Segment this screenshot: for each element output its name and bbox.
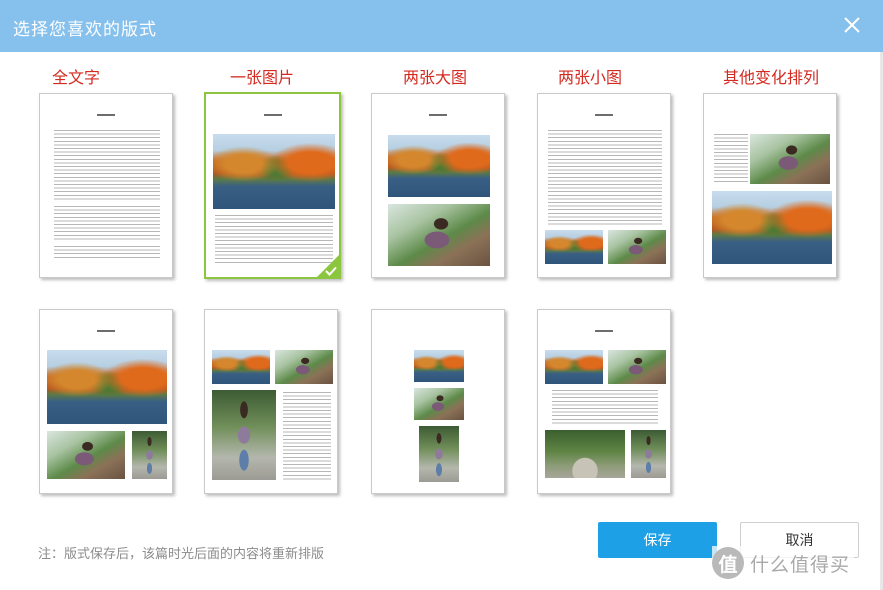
layout-card-stacked[interactable] xyxy=(371,309,505,494)
photo-girl xyxy=(608,230,666,264)
layout-card-mixed-2[interactable] xyxy=(204,309,338,494)
text-block xyxy=(54,206,160,242)
layout-card-mixed-1[interactable] xyxy=(39,309,173,494)
watermark-logo: 值 什么值得买 xyxy=(712,546,855,580)
save-button[interactable]: 保存 xyxy=(598,522,717,558)
close-icon[interactable] xyxy=(841,14,863,36)
text-block xyxy=(54,246,160,260)
layout-card-two-large[interactable] xyxy=(371,93,505,278)
text-block xyxy=(283,392,331,480)
text-block xyxy=(54,130,160,202)
layout-note: 注：版式保存后，该篇时光后面的内容将重新排版 xyxy=(38,547,325,562)
photo-autumn xyxy=(212,350,270,384)
photo-girl xyxy=(47,431,125,479)
text-block xyxy=(215,215,333,265)
layout-label-other: 其他变化排列 xyxy=(723,68,820,87)
layout-label-all-text: 全文字 xyxy=(52,68,101,87)
photo-girl xyxy=(275,350,333,384)
page-heading xyxy=(40,114,172,116)
photo-autumn xyxy=(47,350,167,424)
photo-girl-standing xyxy=(132,431,167,479)
layout-card-other[interactable] xyxy=(703,93,837,278)
layout-label-two-large: 两张大图 xyxy=(403,68,468,87)
page-heading xyxy=(372,114,504,116)
photo-girl-standing xyxy=(212,390,276,480)
text-block xyxy=(552,390,658,424)
photo-autumn xyxy=(545,230,603,264)
photo-autumn xyxy=(712,191,832,264)
text-block xyxy=(548,130,662,226)
dialog-title: 选择您喜欢的版式 xyxy=(13,20,157,40)
text-block xyxy=(714,134,748,184)
photo-girl xyxy=(388,204,490,266)
watermark-text: 什么值得买 xyxy=(750,553,851,576)
photo-autumn xyxy=(388,135,490,197)
page-heading xyxy=(538,114,670,116)
photo-girl xyxy=(608,350,666,384)
layout-label-two-small: 两张小图 xyxy=(558,68,623,87)
page-heading xyxy=(40,330,172,332)
page-heading xyxy=(538,330,670,332)
dialog-titlebar: 选择您喜欢的版式 xyxy=(0,0,883,52)
photo-girl xyxy=(414,388,464,420)
photo-autumn xyxy=(545,350,603,384)
watermark-icon: 值 xyxy=(712,547,744,579)
photo-autumn xyxy=(414,350,464,382)
page-heading xyxy=(206,114,339,116)
layout-card-mixed-3[interactable] xyxy=(537,309,671,494)
layout-label-one-image: 一张图片 xyxy=(230,68,295,87)
checkmark-icon xyxy=(325,266,337,276)
photo-autumn xyxy=(213,134,335,209)
photo-path xyxy=(545,430,625,478)
photo-girl-standing xyxy=(419,426,459,482)
photo-girl-standing xyxy=(631,430,666,478)
photo-girl xyxy=(750,134,830,184)
layout-card-two-small[interactable] xyxy=(537,93,671,278)
layout-card-all-text[interactable] xyxy=(39,93,173,278)
layout-card-one-image[interactable] xyxy=(204,92,341,279)
